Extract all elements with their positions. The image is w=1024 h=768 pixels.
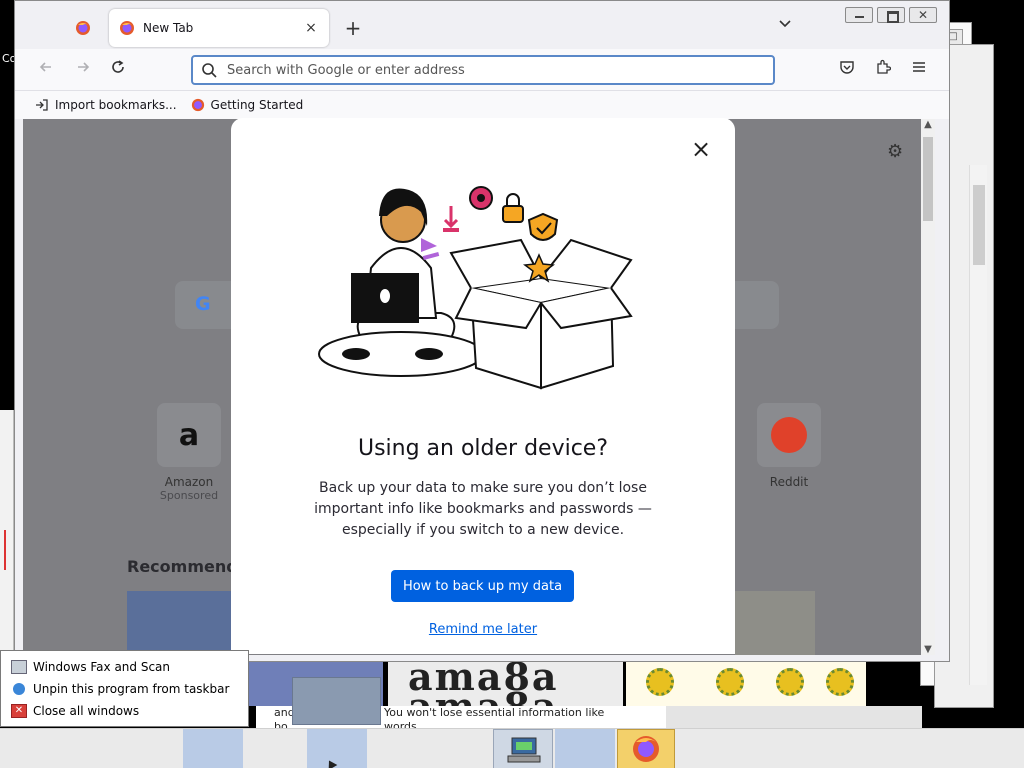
bookmarks-toolbar: Import bookmarks... Getting Started (15, 91, 949, 119)
menu-button[interactable] (905, 58, 933, 82)
unpin-icon (13, 683, 25, 695)
backup-illustration (318, 186, 633, 390)
bookmark-import[interactable]: Import bookmarks... (35, 98, 177, 112)
chevron-down-icon (779, 20, 791, 28)
taskbar-button[interactable] (555, 729, 615, 768)
extensions-button[interactable] (869, 58, 897, 82)
dialog-title: Using an older device? (357, 436, 609, 461)
taskbar-thumbnail-preview[interactable] (292, 677, 381, 725)
recommended-card-image[interactable] (735, 591, 815, 655)
window-controls: ✕ (845, 7, 937, 23)
extensions-icon (877, 59, 892, 74)
tab-new-tab[interactable]: New Tab × (109, 9, 329, 47)
taskbar-button[interactable] (307, 729, 367, 768)
tab-title: New Tab (143, 21, 194, 35)
firefox-icon (191, 98, 204, 112)
back-icon (39, 62, 51, 72)
recommended-card-image[interactable] (127, 591, 247, 655)
list-tabs-button[interactable] (773, 16, 797, 40)
remind-later-link[interactable]: Remind me later (231, 622, 735, 637)
taskbar (0, 728, 1024, 768)
minimize-button[interactable] (845, 7, 873, 23)
page-scrollbar[interactable]: ▲ ▼ (921, 119, 935, 655)
menu-icon (913, 62, 925, 72)
maximize-button[interactable] (877, 7, 905, 23)
background-strip (666, 706, 922, 728)
pocket-button[interactable] (833, 58, 861, 82)
jump-item-unpin[interactable]: Unpin this program from taskbar (1, 678, 248, 700)
firefox-icon (120, 21, 134, 35)
search-icon (202, 63, 217, 78)
pocket-icon (840, 61, 854, 74)
fax-icon (11, 660, 27, 674)
backup-reminder-dialog: × Using an older device? Back up your da (231, 118, 735, 654)
shortcut-reddit[interactable]: Reddit (747, 403, 831, 489)
jump-item-fax-scan[interactable]: Windows Fax and Scan (1, 656, 248, 678)
reddit-icon (771, 417, 807, 453)
google-icon: G (195, 293, 211, 315)
close-window-button[interactable]: ✕ (909, 7, 937, 23)
backup-data-button[interactable]: How to back up my data (391, 570, 574, 602)
url-input[interactable] (227, 62, 773, 78)
background-image (626, 662, 866, 706)
reload-button[interactable] (104, 58, 132, 82)
reload-icon (112, 60, 124, 73)
taskbar-button[interactable] (183, 729, 243, 768)
firefox-icon (76, 21, 90, 35)
gear-icon[interactable]: ⚙ (887, 141, 903, 162)
close-tab-icon[interactable]: × (303, 20, 319, 36)
close-dialog-button[interactable]: × (691, 137, 711, 161)
address-bar[interactable] (191, 55, 775, 85)
computer-icon (507, 737, 541, 763)
tab-bar: New Tab × + ✕ (15, 1, 949, 49)
taskbar-button-firefox[interactable] (617, 729, 675, 768)
import-icon (36, 99, 48, 111)
back-button[interactable] (32, 58, 60, 82)
bookmark-getting-started[interactable]: Getting Started (191, 98, 303, 112)
background-image: ama8aama8a (388, 662, 623, 706)
taskbar-jump-list: Windows Fax and Scan Unpin this program … (0, 650, 249, 727)
taskbar-button-fax-scan[interactable] (493, 729, 553, 768)
forward-button[interactable] (69, 58, 97, 82)
background-window-edge (0, 410, 14, 650)
jump-item-close-all[interactable]: ✕ Close all windows (1, 700, 248, 722)
nav-bar (15, 49, 949, 91)
shortcut-amazon[interactable]: a Amazon Sponsored (147, 403, 231, 502)
pinned-tab[interactable] (63, 11, 103, 45)
close-window-icon: ✕ (11, 704, 27, 718)
forward-icon (78, 62, 90, 72)
amazon-icon: a (178, 417, 200, 453)
scrollbar[interactable] (969, 165, 987, 685)
new-tab-button[interactable]: + (341, 16, 365, 40)
dialog-body: Back up your data to make sure you don’t… (314, 480, 652, 538)
firefox-icon (633, 736, 659, 762)
